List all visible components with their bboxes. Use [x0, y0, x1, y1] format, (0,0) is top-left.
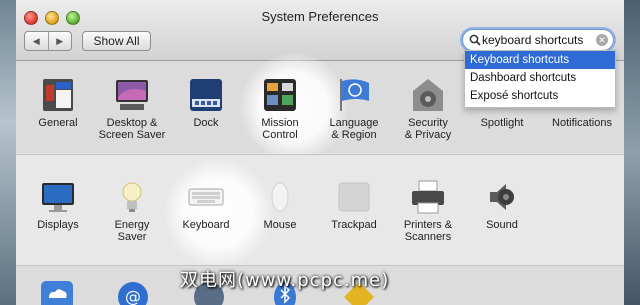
pane-language-region[interactable]: Language & Region — [318, 77, 390, 141]
pane-dock[interactable]: Dock — [170, 77, 242, 129]
pane-desktop-screen-saver[interactable]: Desktop & Screen Saver — [96, 77, 168, 141]
dock-icon — [190, 79, 222, 111]
pane-keyboard[interactable]: Keyboard — [170, 179, 242, 231]
suggestion-keyboard-shortcuts[interactable]: Keyboard shortcuts — [465, 51, 615, 69]
back-button[interactable]: ◀ — [25, 32, 48, 50]
svg-text:@: @ — [125, 287, 141, 305]
system-preferences-window: System Preferences ◀ ▶ Show All keyboard… — [16, 0, 624, 305]
internet-accounts-icon[interactable]: @ — [116, 280, 150, 305]
keyboard-icon — [188, 188, 224, 206]
trackpad-icon — [338, 182, 370, 212]
language-icon — [340, 79, 369, 111]
security-icon — [413, 79, 443, 111]
energy-saver-icon — [122, 182, 142, 212]
pane-sound[interactable]: Sound — [466, 179, 538, 231]
pane-printers-scanners[interactable]: Printers & Scanners — [392, 179, 464, 243]
pane-mouse[interactable]: Mouse — [244, 179, 316, 231]
watermark: 双电网(www.pcpc.me) — [180, 270, 390, 291]
displays-icon — [42, 183, 74, 212]
nav-segment: ◀ ▶ — [24, 31, 72, 51]
hardware-row: Displays Energy Saver Keyboard Mouse Tra… — [16, 154, 624, 267]
suggestion-dashboard-shortcuts[interactable]: Dashboard shortcuts — [465, 69, 615, 87]
desktop-background-right — [624, 0, 640, 305]
search-field[interactable]: keyboard shortcuts ✕ — [462, 29, 614, 51]
window-title: System Preferences — [261, 9, 379, 24]
pane-general[interactable]: General — [22, 77, 94, 129]
pane-displays[interactable]: Displays — [22, 179, 94, 231]
pane-trackpad[interactable]: Trackpad — [318, 179, 390, 231]
pane-energy-saver[interactable]: Energy Saver — [96, 179, 168, 243]
suggestion-expose-shortcuts[interactable]: Exposé shortcuts — [465, 87, 615, 105]
search-suggestions: Keyboard shortcuts Dashboard shortcuts E… — [464, 50, 616, 108]
pane-mission-control[interactable]: Mission Control — [244, 77, 316, 141]
desktop-icon — [116, 80, 148, 110]
printer-icon — [412, 180, 444, 214]
desktop-background-left — [0, 0, 16, 305]
forward-button[interactable]: ▶ — [47, 32, 72, 50]
mouse-icon — [271, 182, 289, 212]
icloud-icon[interactable] — [40, 280, 74, 305]
clear-search-icon[interactable]: ✕ — [596, 34, 608, 46]
mission-control-icon — [264, 79, 296, 111]
search-input[interactable]: keyboard shortcuts — [482, 33, 583, 47]
general-icon — [43, 79, 73, 111]
sound-icon — [490, 184, 514, 210]
show-all-button[interactable]: Show All — [82, 31, 151, 51]
search-icon — [469, 34, 481, 46]
pane-security-privacy[interactable]: Security & Privacy — [392, 77, 464, 141]
